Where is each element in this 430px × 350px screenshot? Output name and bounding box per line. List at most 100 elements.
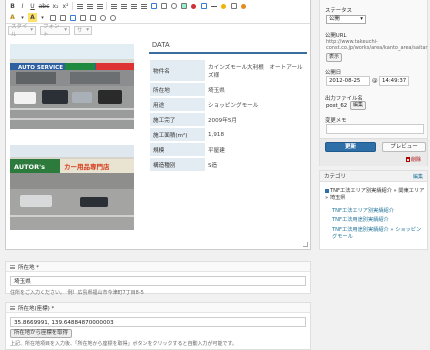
- status-select[interactable]: 公開 ▾: [326, 15, 366, 24]
- unlink-icon[interactable]: [159, 2, 168, 11]
- data-title-rule: [149, 52, 307, 54]
- table-key: 物件名: [150, 60, 205, 83]
- data-panel: DATA 物件名 カインズモール大利根 オートアールズ様 所在地 埼玉県 用途 …: [147, 38, 309, 213]
- category-item[interactable]: TNF工法エリア別実績紹介 » 関東エリア » 埼玉県: [325, 188, 427, 201]
- chevron-down-icon[interactable]: ▾: [18, 13, 27, 22]
- table-icon[interactable]: [199, 2, 208, 11]
- photo-autors[interactable]: AUTOR's カー用品専門店: [10, 145, 134, 230]
- post-editor[interactable]: B I U abc x₂ x² A ▾ A ▾ スタイル ▾ フォント ▾ サ …: [5, 0, 311, 250]
- underline-button[interactable]: U: [28, 2, 37, 11]
- flash-icon[interactable]: [189, 2, 198, 11]
- location-field-header: 所在地 *: [6, 262, 310, 272]
- paste-text-icon[interactable]: [58, 13, 67, 22]
- superscript-button[interactable]: x²: [61, 2, 70, 11]
- edit-filename-button[interactable]: 編集: [350, 101, 367, 110]
- table-value: 埼玉県: [205, 82, 306, 98]
- indent-icon[interactable]: [139, 2, 148, 11]
- editor-toolbar-row-1: B I U abc x₂ x²: [6, 0, 310, 12]
- drag-handle-icon[interactable]: [10, 305, 15, 310]
- location-note: 住所をご入力ください。 例）広島県福山市今津町7丁目8-5: [10, 290, 144, 296]
- font-select[interactable]: フォント ▾: [40, 24, 70, 38]
- link-icon[interactable]: [149, 2, 158, 11]
- toolbar-divider: [72, 2, 73, 10]
- paste-icon[interactable]: [48, 13, 57, 22]
- source-code-icon[interactable]: [88, 13, 97, 22]
- italic-button[interactable]: I: [18, 2, 27, 11]
- publish-actions: 更新 プレビュー 削除: [320, 138, 427, 166]
- view-url-button[interactable]: 表示: [326, 53, 343, 62]
- redo-icon[interactable]: [108, 13, 117, 22]
- table-value: 2009年5月: [205, 112, 306, 128]
- chevron-down-icon: ▾: [64, 27, 67, 33]
- chevron-down-icon[interactable]: ▾: [38, 13, 47, 22]
- drag-handle-icon[interactable]: [10, 264, 15, 269]
- category-box: カテゴリ 編集 TNF工法エリア別実績紹介 » 関東エリア » 埼玉県 TNF工…: [319, 170, 428, 250]
- table-key: 構造種別: [150, 157, 205, 173]
- table-value: カインズモール大利根 オートアールズ様: [205, 60, 306, 83]
- update-button[interactable]: 更新: [325, 142, 376, 152]
- table-row: 所在地 埼玉県: [150, 82, 306, 98]
- preview-button[interactable]: プレビュー: [382, 142, 426, 152]
- align-right-icon[interactable]: [95, 2, 104, 11]
- toolbar-divider: [106, 2, 107, 10]
- resize-handle-icon[interactable]: [303, 242, 308, 247]
- trash-link[interactable]: 削除: [405, 156, 421, 163]
- table-row: 施工面積(m²) 1,918: [150, 127, 306, 143]
- get-coordinates-button[interactable]: 所在地から座標を取得: [10, 329, 72, 338]
- bold-button[interactable]: B: [8, 2, 17, 11]
- undo-icon[interactable]: [98, 13, 107, 22]
- table-key: 規模: [150, 142, 205, 158]
- memo-input[interactable]: [326, 124, 424, 134]
- category-item[interactable]: TNF工法用途別実績紹介: [332, 217, 426, 224]
- table-value: S造: [205, 157, 306, 173]
- smiley-icon[interactable]: [219, 2, 228, 11]
- status-select-value: 公開: [329, 16, 340, 22]
- publish-box: ステータス 公開 ▾ 公開URL http://www.takeuchi- co…: [319, 0, 428, 166]
- category-item-label: TNF工法エリア別実績紹介 » 関東エリア » 埼玉県: [325, 188, 425, 201]
- url-label: 公開URL: [325, 33, 347, 39]
- category-title: カテゴリ: [324, 174, 347, 180]
- latlng-field-label: 所在地(座標) *: [18, 305, 55, 312]
- data-title: DATA: [152, 42, 170, 49]
- subscript-button[interactable]: x₂: [51, 2, 60, 11]
- category-item[interactable]: TNF工法用途別実績紹介 » ショッピングモール: [332, 227, 426, 240]
- category-edit-link[interactable]: 編集: [413, 173, 423, 180]
- status-label: ステータス: [325, 8, 352, 14]
- remove-format-icon[interactable]: [78, 13, 87, 22]
- paste-word-icon[interactable]: [68, 13, 77, 22]
- size-select[interactable]: サ ▾: [74, 25, 92, 35]
- text-color-icon[interactable]: A: [8, 13, 17, 22]
- page-break-icon[interactable]: [239, 2, 248, 11]
- table-value: 1,918: [205, 127, 306, 143]
- latlng-field-header: 所在地(座標) *: [6, 303, 310, 313]
- url-line-2[interactable]: const.co.jp/works/area/kanto_area/saitar: [326, 45, 427, 51]
- table-key: 用途: [150, 97, 205, 113]
- table-value: 平屋建: [205, 142, 306, 158]
- checkbox-checked-icon[interactable]: [325, 188, 329, 193]
- bullet-list-icon[interactable]: [109, 2, 118, 11]
- photo-sign-text: AUTOR's: [14, 163, 45, 171]
- date-label: 公開日: [325, 70, 342, 76]
- photo-sign-text: カー用品専門店: [64, 162, 110, 171]
- highlight-color-icon[interactable]: A: [28, 13, 37, 22]
- align-center-icon[interactable]: [85, 2, 94, 11]
- align-left-icon[interactable]: [75, 2, 84, 11]
- category-header: カテゴリ 編集: [320, 171, 427, 182]
- latlng-input[interactable]: 35.8669991, 139.64884870000003: [10, 317, 306, 327]
- image-icon[interactable]: [179, 2, 188, 11]
- numbered-list-icon[interactable]: [119, 2, 128, 11]
- table-row: 構造種別 S造: [150, 157, 306, 173]
- outdent-icon[interactable]: [129, 2, 138, 11]
- horizontal-rule-icon[interactable]: [209, 2, 218, 11]
- anchor-icon[interactable]: [169, 2, 178, 11]
- style-select-label: スタイル: [11, 24, 28, 38]
- location-input[interactable]: 埼玉県: [10, 276, 306, 286]
- strikethrough-button[interactable]: abc: [38, 2, 50, 11]
- category-item[interactable]: TNF工法エリア別実績紹介: [332, 208, 426, 215]
- publish-time-input[interactable]: 14:49:37: [379, 76, 409, 86]
- publish-date-input[interactable]: 2012-08-25: [326, 76, 370, 86]
- latlng-note: 上記、所在地項目を入力後、「所在地から座標を取得」ボタンをクリックすると自動入力…: [10, 341, 238, 347]
- special-char-icon[interactable]: [229, 2, 238, 11]
- photo-auto-service[interactable]: AUTO SERVICE: [10, 44, 134, 129]
- style-select[interactable]: スタイル ▾: [8, 24, 36, 38]
